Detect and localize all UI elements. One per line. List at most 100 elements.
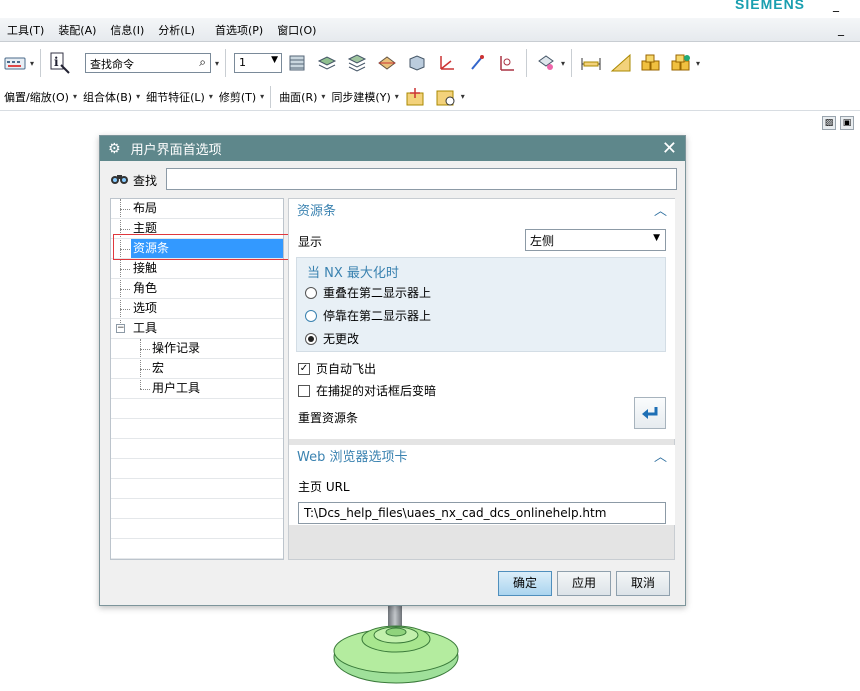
toolbar-separator [270, 85, 272, 108]
checkbox-box[interactable] [298, 384, 310, 397]
measure-distance-icon[interactable] [580, 52, 602, 74]
synchronous-modeling-menu[interactable]: 同步建模(Y) [327, 89, 394, 105]
detail-feature-menu[interactable]: 细节特征(L) [142, 89, 209, 105]
caret-down-icon[interactable]: ▾ [461, 92, 465, 101]
layer-move-icon[interactable] [316, 52, 338, 74]
tree-item-label: 主题 [133, 221, 158, 235]
sketch-point-icon[interactable] [405, 86, 427, 108]
reset-resource-bar-label: 重置资源条 [298, 411, 359, 425]
find-label: 查找 [133, 173, 158, 188]
ok-button[interactable]: 确定 [498, 571, 552, 596]
radio-circle[interactable] [305, 309, 317, 322]
search-icon[interactable]: ⌕ [199, 55, 206, 70]
reset-resource-bar-button[interactable] [634, 397, 666, 429]
offset-scale-menu[interactable]: 偏置/缩放(O) [0, 89, 73, 105]
radio-circle[interactable] [305, 286, 317, 299]
close-icon[interactable]: ✕ [662, 138, 677, 159]
menu-analysis[interactable]: 分析(L) [151, 22, 202, 38]
measure-mass-icon[interactable] [670, 52, 692, 74]
radio-overlap-second-monitor[interactable]: 重叠在第二显示器上 [305, 284, 431, 301]
caret-down-icon[interactable]: ▾ [696, 59, 700, 68]
layer-settings-icon[interactable] [286, 52, 308, 74]
checkmark-icon[interactable]: ✓ [298, 362, 310, 375]
toolbar-separator [526, 49, 528, 77]
radio-no-change[interactable]: 无更改 [305, 330, 359, 347]
info-icon[interactable]: i [49, 52, 71, 74]
menu-tools[interactable]: 工具(T) [0, 22, 51, 38]
chevron-down-icon: ▼ [271, 55, 279, 65]
tree-item-layout[interactable]: 布局 [111, 199, 283, 219]
web-browser-group-header[interactable]: Web 浏览器选项卡 ︿ [289, 445, 675, 471]
layer-stack-icon[interactable] [346, 52, 368, 74]
caret-down-icon[interactable]: ▾ [561, 59, 565, 68]
tree-item-roles[interactable]: 角色 [111, 279, 283, 299]
radio-label: 无更改 [323, 332, 360, 346]
minimize-button[interactable]: _ [833, 0, 839, 12]
home-url-input[interactable]: T:\Dcs_help_files\uaes_nx_cad_dcs_online… [298, 502, 666, 524]
menu-preferences[interactable]: 首选项(P) [208, 22, 270, 38]
menu-assembly[interactable]: 装配(A) [51, 22, 103, 38]
find-input[interactable] [166, 168, 677, 190]
tree-item-tools[interactable]: − 工具 [111, 319, 283, 339]
wcs-axes-icon[interactable] [436, 52, 458, 74]
menu-info[interactable]: 信息(I) [103, 22, 151, 38]
tree-empty-row [111, 539, 283, 559]
chevron-up-icon[interactable]: ︿ [654, 199, 667, 225]
fit-view-icon[interactable]: ▣ [840, 116, 854, 130]
caret-down-icon[interactable]: ▾ [215, 59, 219, 68]
view-section-icon[interactable] [376, 52, 398, 74]
tree-connector [140, 389, 150, 390]
selection-filter-select[interactable]: 1 ▼ [234, 53, 283, 73]
display-select[interactable]: 左侧 ▼ [525, 229, 666, 251]
cancel-button[interactable]: 取消 [616, 571, 670, 596]
trim-menu[interactable]: 修剪(T) [215, 89, 260, 105]
menubar-minimize-button[interactable]: _ [838, 22, 844, 36]
binoculars-icon [110, 171, 130, 189]
tree-item-user-tools[interactable]: 用户工具 [111, 379, 283, 399]
checkbox-dim-behind-dialog[interactable]: 在捕捉的对话框后变暗 [298, 382, 436, 399]
tree-item-label: 选项 [133, 301, 158, 315]
tree-item-resource-bar[interactable]: 资源条 [111, 239, 283, 259]
tree-item-label: 宏 [152, 361, 165, 375]
checkbox-auto-fly-out[interactable]: ✓ 页自动飞出 [298, 360, 376, 377]
tree-item-theme[interactable]: 主题 [111, 219, 283, 239]
view-layout-icon[interactable] [406, 52, 428, 74]
tree-item-journal[interactable]: 操作记录 [111, 339, 283, 359]
collapse-icon[interactable]: − [116, 324, 125, 333]
pedestal-model [333, 625, 459, 684]
view-controls: ▨ ▣ [822, 116, 854, 130]
resource-bar-group: 资源条 ︿ 显示 左侧 ▼ 当 NX 最大化时 重叠在第二显示器上 停靠在第二显… [289, 199, 675, 439]
tree-item-touch[interactable]: 接触 [111, 259, 283, 279]
keyboard-icon[interactable] [4, 52, 26, 74]
point-set-icon[interactable] [435, 86, 457, 108]
radio-label: 停靠在第二显示器上 [323, 309, 432, 323]
render-style-icon[interactable]: ▨ [822, 116, 836, 130]
nx-maximized-title: 当 NX 最大化时 [307, 266, 399, 281]
surface-menu[interactable]: 曲面(R) [275, 89, 321, 105]
measure-body-icon[interactable] [640, 52, 662, 74]
nx-maximized-group: 当 NX 最大化时 重叠在第二显示器上 停靠在第二显示器上 无更改 [296, 257, 666, 352]
radio-dock-second-monitor[interactable]: 停靠在第二显示器上 [305, 307, 431, 324]
menu-window[interactable]: 窗口(O) [270, 22, 323, 38]
caret-down-icon[interactable]: ▾ [30, 59, 34, 68]
caret-down-icon: ▾ [208, 92, 213, 101]
main-toolbar: ▾ i 查找命令 ⌕ ▾ 1 ▼ ▾ ▾ [0, 44, 860, 82]
apply-button[interactable]: 应用 [557, 571, 611, 596]
dialog-title: 用户界面首选项 [130, 143, 222, 158]
tree-connector [140, 349, 150, 350]
radio-circle[interactable] [305, 332, 317, 345]
measure-angle-icon[interactable] [610, 52, 632, 74]
sheet-icon[interactable] [535, 52, 557, 74]
menu-bar: 工具(T) 装配(A) 信息(I) 分析(L) 首选项(P) 窗口(O) _ [0, 18, 860, 42]
web-browser-tab-group: Web 浏览器选项卡 ︿ 主页 URL T:\Dcs_help_files\ua… [289, 445, 675, 525]
wcs-origin-icon[interactable] [496, 52, 518, 74]
tree-item-macro[interactable]: 宏 [111, 359, 283, 379]
tree-empty-row [111, 479, 283, 499]
wcs-rotate-icon[interactable] [466, 52, 488, 74]
tree-item-options[interactable]: 选项 [111, 299, 283, 319]
command-search-input[interactable]: 查找命令 ⌕ [85, 53, 212, 73]
combine-menu[interactable]: 组合体(B) [79, 89, 136, 105]
resource-bar-group-header[interactable]: 资源条 ︿ [289, 199, 675, 225]
chevron-up-icon[interactable]: ︿ [654, 445, 667, 471]
dialog-title-bar[interactable]: ⚙ 用户界面首选项 ✕ [100, 136, 685, 161]
